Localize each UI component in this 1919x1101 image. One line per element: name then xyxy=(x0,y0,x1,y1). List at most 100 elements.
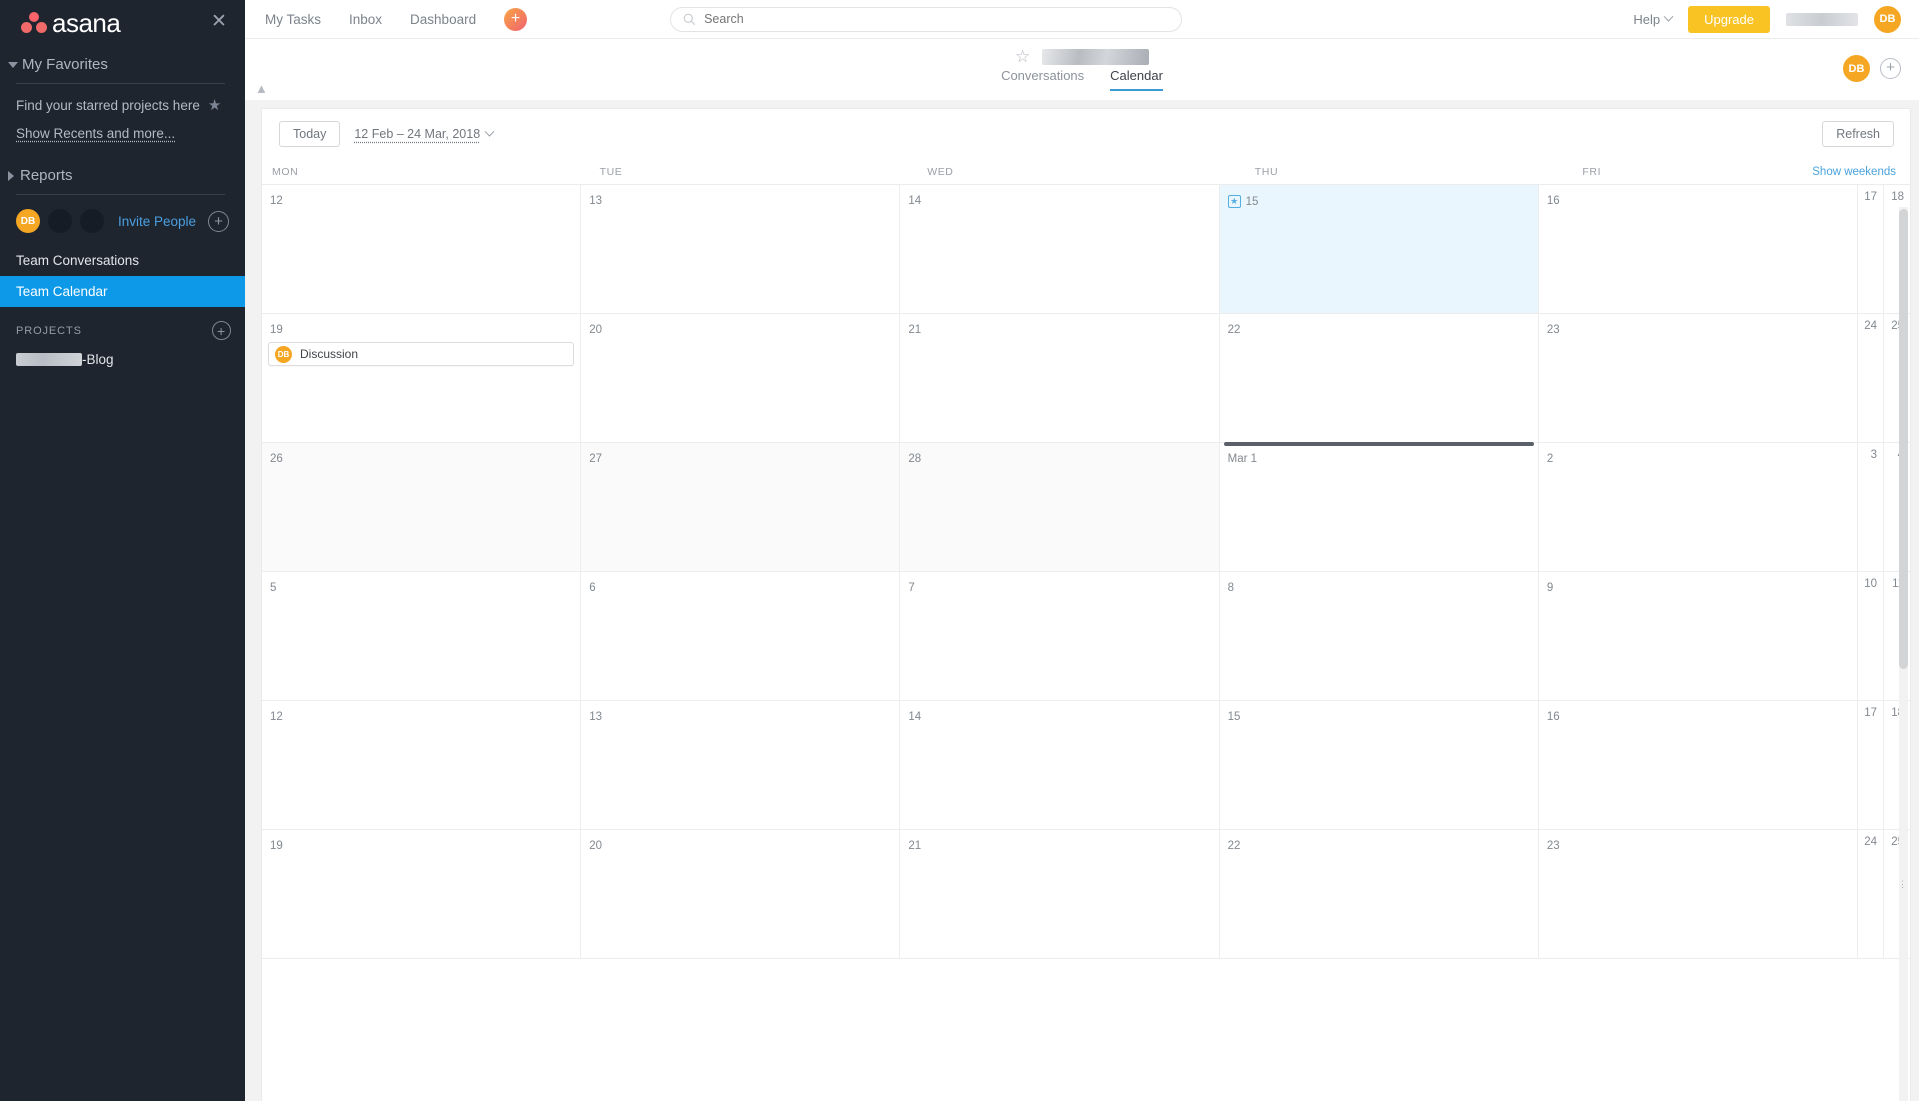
show-weekends-link[interactable]: Show weekends xyxy=(1812,166,1896,178)
date-range-selector[interactable]: 12 Feb – 24 Mar, 2018 xyxy=(354,126,495,141)
calendar-area: Today 12 Feb – 24 Mar, 2018 Refresh MON T… xyxy=(245,100,1919,1101)
day-number: 24 xyxy=(1864,320,1878,332)
calendar-day-cell[interactable]: 9 xyxy=(1538,572,1859,700)
calendar-day-cell[interactable]: 24 xyxy=(1858,314,1885,442)
calendar-day-cell[interactable]: 26 xyxy=(262,443,582,571)
calendar-day-cell[interactable]: ★ 15 xyxy=(1219,185,1539,313)
avatar-placeholder[interactable] xyxy=(80,209,104,233)
add-project-icon[interactable]: + xyxy=(212,321,231,340)
search-box[interactable] xyxy=(670,6,1183,32)
page-title-row: ☆ xyxy=(1015,48,1149,65)
weekday-header-thu: THU xyxy=(1254,165,1279,178)
search-input[interactable] xyxy=(704,12,1170,26)
calendar-day-cell[interactable]: 21 xyxy=(900,314,1220,442)
calendar-day-cell[interactable]: 16 xyxy=(1538,701,1859,829)
tab-conversations[interactable]: Conversations xyxy=(1001,68,1084,91)
calendar-day-cell[interactable]: 20 xyxy=(581,830,901,958)
projects-label: PROJECTS xyxy=(16,324,82,337)
team-avatar[interactable]: DB xyxy=(1843,55,1870,82)
top-navigation-bar: My Tasks Inbox Dashboard + Help xyxy=(245,0,1919,39)
calendar-day-cell[interactable]: 14 xyxy=(900,701,1220,829)
calendar-day-cell[interactable]: 15 xyxy=(1219,701,1539,829)
projects-section-header: PROJECTS + xyxy=(0,307,245,346)
calendar-day-cell[interactable]: 21 xyxy=(900,830,1220,958)
favorites-hint-text: Find your starred projects here xyxy=(16,97,200,113)
calendar-day-cell[interactable]: 17 xyxy=(1858,185,1885,313)
day-number: 6 xyxy=(589,582,596,594)
show-recents-link[interactable]: Show Recents and more... xyxy=(0,120,195,149)
calendar-day-cell[interactable]: 10 xyxy=(1858,572,1885,700)
scroll-grip-icon[interactable]: ⋮ xyxy=(1898,879,1907,890)
page-tabs: Conversations Calendar xyxy=(1001,68,1163,91)
calendar-scrollbar-thumb[interactable] xyxy=(1899,209,1908,669)
calendar-week-row: 262728Mar 1234 xyxy=(262,442,1911,572)
user-avatar[interactable]: DB xyxy=(1874,5,1901,33)
event-title: Discussion xyxy=(300,347,359,361)
sidebar-item-team-conversations[interactable]: Team Conversations xyxy=(0,245,245,276)
avatar-placeholder[interactable] xyxy=(48,209,72,233)
calendar-event[interactable]: DB Discussion xyxy=(268,342,575,366)
calendar-day-cell[interactable]: 5 xyxy=(262,572,582,700)
invite-people-link[interactable]: Invite People xyxy=(118,214,196,229)
calendar-day-cell[interactable]: 12 xyxy=(262,185,582,313)
calendar-day-cell[interactable]: 13 xyxy=(581,701,901,829)
help-menu[interactable]: Help xyxy=(1633,11,1674,27)
calendar-day-cell[interactable]: 24 xyxy=(1858,830,1885,958)
favorites-section-header[interactable]: My Favorites xyxy=(0,46,245,77)
nav-my-tasks[interactable]: My Tasks xyxy=(265,12,321,27)
calendar-day-cell[interactable]: 19 DB Discussion xyxy=(262,314,582,442)
calendar-day-cell[interactable]: 19 xyxy=(262,830,582,958)
calendar-day-cell[interactable]: 22 xyxy=(1219,314,1539,442)
redacted-project-name xyxy=(16,353,82,366)
sidebar-project-item[interactable]: -Blog xyxy=(0,346,245,373)
weekday-header-wed: WED xyxy=(927,165,954,178)
day-number: Mar 1 xyxy=(1227,453,1258,465)
calendar-day-cell[interactable]: 20 xyxy=(581,314,901,442)
calendar-day-cell[interactable]: 2 xyxy=(1538,443,1859,571)
today-button[interactable]: Today xyxy=(279,121,341,147)
redacted-user-name xyxy=(1786,12,1858,26)
day-number: 15 xyxy=(1227,711,1241,723)
avatar[interactable]: DB xyxy=(16,209,40,233)
calendar-day-cell[interactable]: 17 xyxy=(1858,701,1885,829)
calendar-week-row: 19 20 21 22 23 24 25 xyxy=(262,830,1911,959)
calendar-day-cell[interactable]: 8 xyxy=(1219,572,1539,700)
plus-circle-icon[interactable]: + xyxy=(208,210,229,232)
calendar-day-cell[interactable]: 6 xyxy=(581,572,901,700)
calendar-day-cell[interactable]: 13 xyxy=(581,185,901,313)
project-name-suffix: -Blog xyxy=(82,352,114,367)
star-outline-icon[interactable]: ☆ xyxy=(1015,48,1032,65)
calendar-day-cell[interactable]: 23 xyxy=(1538,830,1859,958)
asana-wordmark: asana xyxy=(52,7,121,38)
upgrade-button[interactable]: Upgrade xyxy=(1688,5,1770,33)
calendar-day-cell[interactable]: 16 xyxy=(1538,185,1859,313)
chevron-up-icon[interactable]: ▲ xyxy=(255,81,268,96)
date-range-label: 12 Feb – 24 Mar, 2018 xyxy=(354,127,481,141)
sidebar-item-team-calendar[interactable]: Team Calendar xyxy=(0,276,245,307)
top-nav-items: My Tasks Inbox Dashboard xyxy=(265,12,476,27)
nav-dashboard[interactable]: Dashboard xyxy=(410,12,476,27)
add-member-icon[interactable]: + xyxy=(1880,58,1901,79)
calendar-day-cell[interactable]: 12 xyxy=(262,701,582,829)
day-number: 15 xyxy=(1245,195,1259,208)
day-number: 13 xyxy=(589,195,602,207)
calendar-day-cell[interactable]: 14 xyxy=(900,185,1220,313)
close-icon[interactable]: ✕ xyxy=(209,12,229,32)
day-number: 12 xyxy=(270,195,283,207)
nav-inbox[interactable]: Inbox xyxy=(349,12,382,27)
calendar-day-cell[interactable]: 22 xyxy=(1219,830,1539,958)
chevron-down-icon xyxy=(484,126,495,137)
calendar-day-cell[interactable]: 3 xyxy=(1858,443,1885,571)
refresh-button[interactable]: Refresh xyxy=(1822,121,1894,147)
calendar-day-cell[interactable]: 7 xyxy=(900,572,1220,700)
quick-add-button[interactable]: + xyxy=(504,7,528,31)
day-number: 28 xyxy=(908,453,922,465)
reports-section-header[interactable]: Reports xyxy=(0,149,245,188)
redacted-page-title xyxy=(1042,48,1149,65)
calendar-day-cell[interactable]: 23 xyxy=(1538,314,1859,442)
calendar-day-cell[interactable]: 28 xyxy=(900,443,1220,571)
day-number: 17 xyxy=(1864,707,1878,719)
calendar-day-cell[interactable]: Mar 1 xyxy=(1219,442,1539,571)
calendar-day-cell[interactable]: 27 xyxy=(581,443,901,571)
tab-calendar[interactable]: Calendar xyxy=(1110,68,1163,91)
